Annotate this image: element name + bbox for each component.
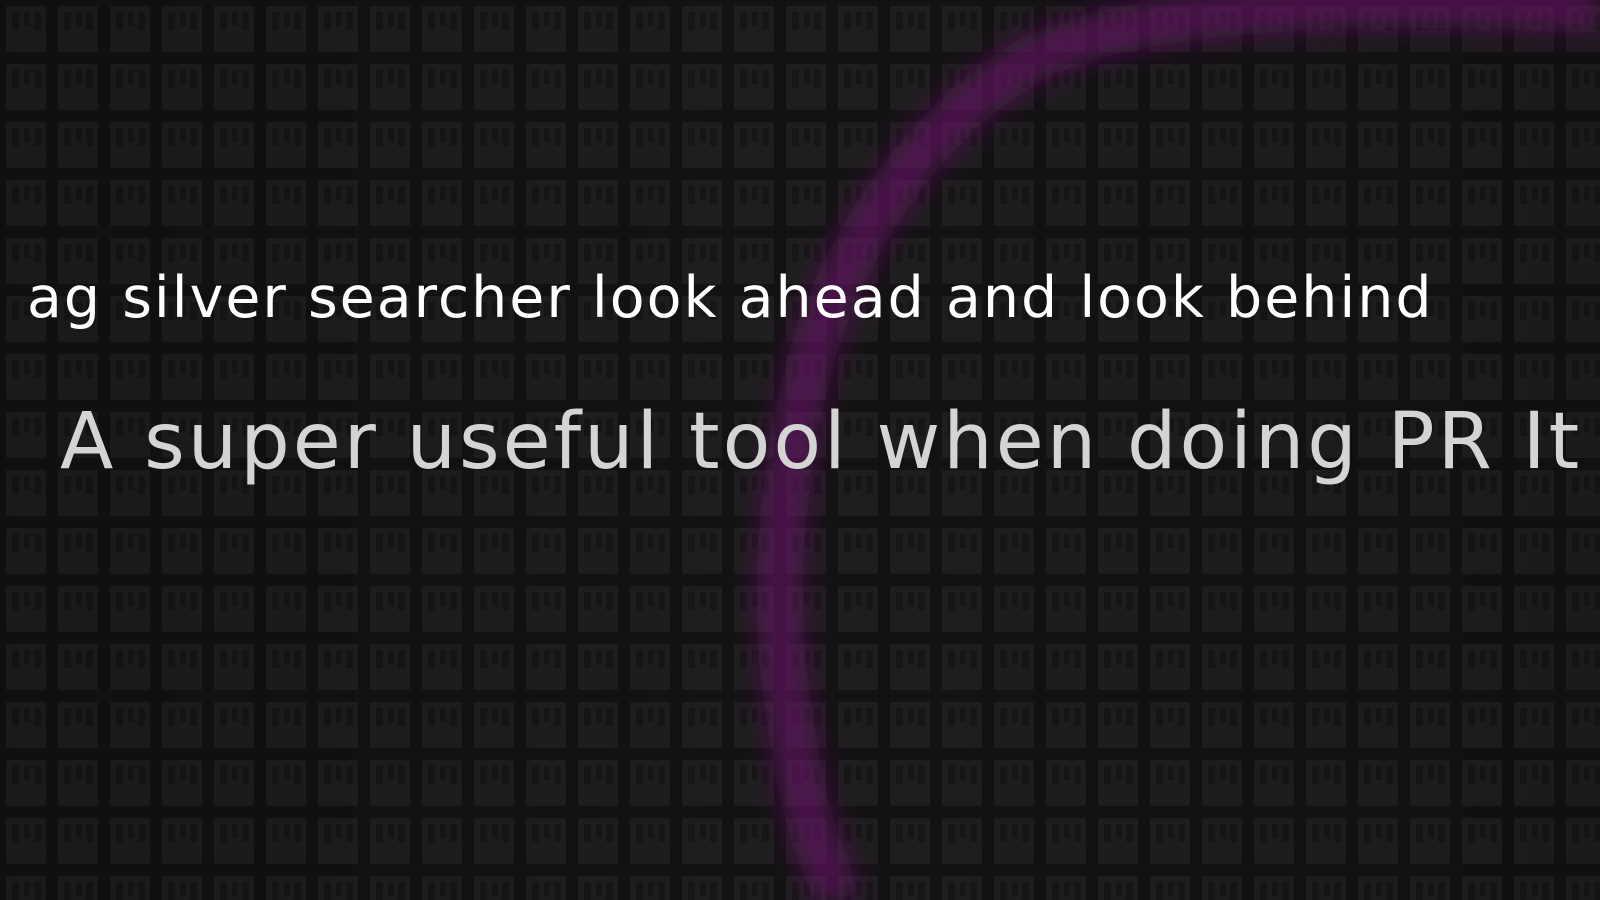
page-title: ag silver searcher look ahead and look b… — [27, 265, 1434, 331]
page-subtitle: A super useful tool when doing PR It — [60, 397, 1583, 487]
banner-canvas: ag silver searcher look ahead and look b… — [0, 0, 1600, 900]
